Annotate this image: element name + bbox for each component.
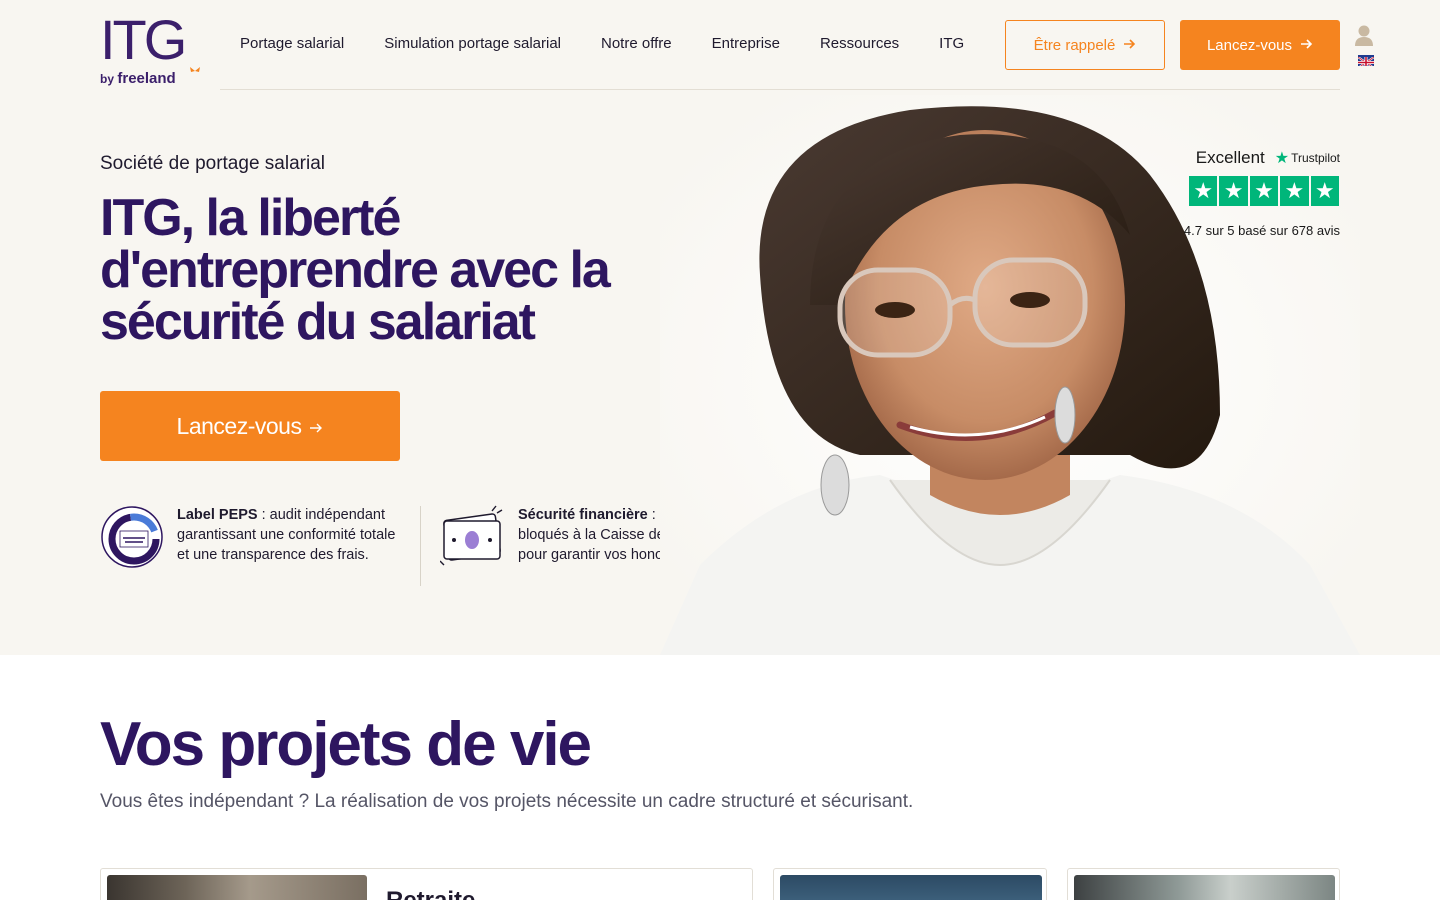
- project-card-retraite[interactable]: Retraite: [100, 868, 753, 900]
- feature-label-peps: Label PEPS : audit indépendant garantiss…: [177, 505, 407, 565]
- star-icon: ★: [1189, 176, 1218, 206]
- user-icon[interactable]: [1355, 24, 1373, 46]
- logo-wordmark: ITG: [100, 8, 187, 71]
- star-icon: ★: [1219, 176, 1248, 206]
- trustpilot-logo: ★ Trustpilot: [1275, 148, 1340, 168]
- project-card[interactable]: [1067, 868, 1340, 900]
- nav-entreprise[interactable]: Entreprise: [712, 34, 780, 54]
- callback-button[interactable]: Être rappelé: [1005, 20, 1165, 70]
- star-icon: ★: [1280, 176, 1309, 206]
- butterfly-icon: [189, 66, 201, 79]
- itg-logo[interactable]: ITG by freeland: [100, 10, 204, 88]
- trustpilot-star-icon: ★: [1274, 150, 1290, 167]
- header-divider: [220, 89, 1340, 90]
- hero-eyebrow: Société de portage salarial: [100, 153, 325, 174]
- trustpilot-brand: Trustpilot: [1291, 151, 1340, 165]
- hero-start-button-label: Lancez-vous: [176, 412, 302, 439]
- trustpilot-widget[interactable]: Excellent ★ Trustpilot ★ ★ ★ ★ ★ 4.7 sur…: [1170, 148, 1340, 243]
- trustpilot-stars: ★ ★ ★ ★ ★: [1189, 176, 1339, 206]
- nav-itg[interactable]: ITG: [939, 34, 964, 54]
- project-card[interactable]: [773, 868, 1047, 900]
- trustpilot-header: Excellent ★ Trustpilot: [1196, 148, 1340, 168]
- trustpilot-rating-word: Excellent: [1195, 148, 1265, 167]
- hero-title: ITG, la liberté d'entreprendre avec la s…: [100, 189, 611, 351]
- label-peps-badge-icon: [100, 505, 164, 569]
- start-button[interactable]: Lancez-vous: [1180, 20, 1340, 70]
- star-icon: ★: [1249, 176, 1279, 206]
- trustpilot-score: 4.7 sur 5 basé sur 678 avis: [1183, 223, 1340, 238]
- arrow-right-icon: [1300, 37, 1313, 54]
- arrow-right-icon: [309, 413, 323, 440]
- project-card-image: [107, 875, 367, 900]
- logo-by-text: by: [100, 72, 115, 86]
- logo-freeland-text: freeland: [117, 70, 176, 87]
- callback-button-label: Être rappelé: [1033, 36, 1116, 54]
- projects-subtitle: Vous êtes indépendant ? La réalisation d…: [100, 791, 914, 812]
- nav-simulation[interactable]: Simulation portage salarial: [384, 34, 561, 54]
- main-nav: Portage salarial Simulation portage sala…: [240, 34, 1004, 54]
- arrow-right-icon: [1123, 37, 1136, 54]
- uk-flag-icon[interactable]: [1358, 55, 1374, 66]
- star-icon: ★: [1310, 176, 1339, 206]
- project-card-title: Retraite: [386, 887, 475, 900]
- nav-portage-salarial[interactable]: Portage salarial: [240, 34, 344, 54]
- nav-ressources[interactable]: Ressources: [820, 34, 899, 54]
- project-card-image: [1074, 875, 1335, 900]
- logo-tagline: by freeland: [100, 70, 176, 87]
- feature-label-peps-title: Label PEPS: [177, 507, 258, 523]
- projects-title: Vos projets de vie: [100, 710, 592, 779]
- hero-start-button[interactable]: Lancez-vous: [100, 391, 400, 461]
- feature-financial-security-title: Sécurité financière: [518, 507, 648, 523]
- project-card-image: [780, 875, 1042, 900]
- nav-notre-offre[interactable]: Notre offre: [601, 34, 672, 54]
- feature-divider: [420, 506, 421, 586]
- money-bill-icon: [439, 503, 504, 571]
- start-button-label: Lancez-vous: [1206, 36, 1293, 54]
